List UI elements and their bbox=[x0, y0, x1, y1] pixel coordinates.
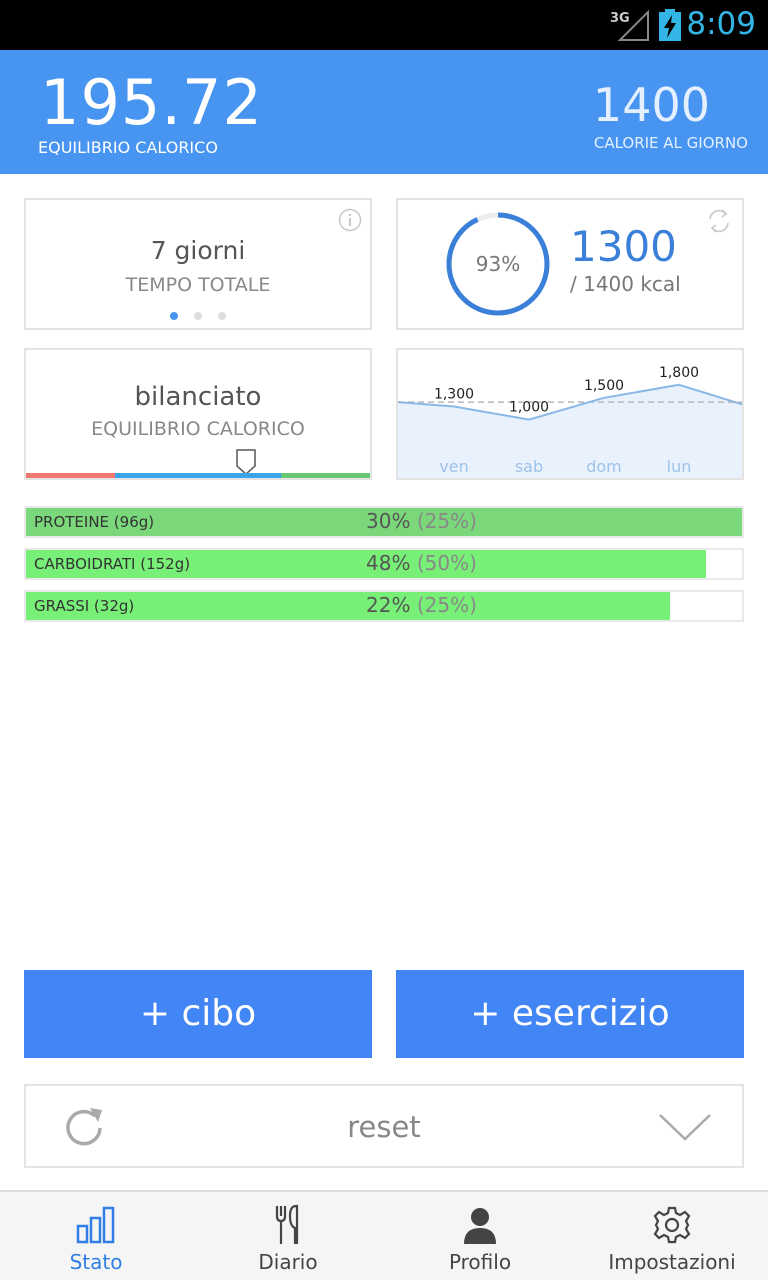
macro-target-protein: (25%) bbox=[416, 509, 477, 533]
balance-scale-low bbox=[26, 473, 116, 478]
balance-scale-high bbox=[280, 473, 370, 478]
status-bar: 3G 8:09 bbox=[0, 0, 768, 50]
nav-label-stato: Stato bbox=[69, 1250, 123, 1274]
nav-tab-profilo[interactable]: Profilo bbox=[384, 1192, 576, 1280]
balance-status-value: bilanciato bbox=[134, 382, 262, 412]
macro-percent-carbs: 48% (50%) bbox=[366, 551, 477, 575]
consumed-calories-value: 1300 bbox=[570, 222, 677, 271]
chevron-down-icon[interactable] bbox=[658, 1112, 712, 1142]
chart-data-label: 1,800 bbox=[659, 365, 699, 381]
calorie-target-subtitle: / 1400 kcal bbox=[570, 272, 681, 296]
person-icon bbox=[464, 1208, 496, 1244]
balance-scale-balanced bbox=[115, 473, 281, 478]
macro-target-carbs: (50%) bbox=[416, 551, 477, 575]
macro-actual-protein: 30% bbox=[366, 509, 411, 533]
macro-target-fat: (25%) bbox=[416, 593, 477, 617]
chart-data-label: 1,000 bbox=[509, 400, 549, 416]
calorie-balance-label: EQUILIBRIO CALORICO bbox=[38, 138, 218, 157]
macro-label-carbs: CARBOIDRATI (152g) bbox=[34, 555, 191, 573]
battery-charging-icon bbox=[659, 9, 681, 41]
calorie-progress-card[interactable]: 93% 1300 / 1400 kcal bbox=[396, 198, 744, 330]
gear-icon bbox=[653, 1206, 691, 1244]
macro-percent-fat: 22% (25%) bbox=[366, 593, 477, 617]
page-dot-3 bbox=[218, 312, 226, 320]
total-time-card[interactable]: 7 giorni TEMPO TOTALE bbox=[24, 198, 372, 330]
page-dot-2 bbox=[194, 312, 202, 320]
reset-row[interactable]: reset bbox=[24, 1084, 744, 1168]
bottom-navigation: Stato Diario Profilo Impostazioni bbox=[0, 1190, 768, 1280]
nav-tab-stato[interactable]: Stato bbox=[0, 1192, 192, 1280]
sync-icon[interactable] bbox=[704, 206, 734, 236]
chart-x-tick-label: sab bbox=[515, 457, 543, 476]
macro-bar-protein: PROTEINE (96g) 30% (25%) bbox=[24, 506, 744, 538]
nav-label-diario: Diario bbox=[258, 1250, 318, 1274]
macro-actual-fat: 22% bbox=[366, 593, 411, 617]
chart-data-label: 1,500 bbox=[584, 378, 624, 394]
chart-data-label: 1,300 bbox=[434, 387, 474, 403]
status-time: 8:09 bbox=[686, 6, 756, 42]
macro-actual-carbs: 48% bbox=[366, 551, 411, 575]
progress-percent: 93% bbox=[475, 252, 521, 276]
chart-x-tick-label: lun bbox=[667, 457, 692, 476]
weekly-chart-svg: 1,300 ven 1,000 sab 1,500 dom 1,800 lun bbox=[398, 365, 742, 478]
add-exercise-button[interactable]: + esercizio bbox=[396, 970, 744, 1058]
page-indicator bbox=[26, 312, 370, 320]
macro-bar-fat: GRASSI (32g) 22% (25%) bbox=[24, 590, 744, 622]
chart-x-tick-label: ven bbox=[439, 457, 468, 476]
nav-tab-impostazioni[interactable]: Impostazioni bbox=[576, 1192, 768, 1280]
reset-button[interactable]: reset bbox=[26, 1110, 742, 1144]
info-icon[interactable] bbox=[338, 208, 362, 232]
page-dot-1 bbox=[170, 312, 178, 320]
macro-bar-carbs: CARBOIDRATI (152g) 48% (50%) bbox=[24, 548, 744, 580]
nav-label-impostazioni: Impostazioni bbox=[608, 1250, 736, 1274]
calorie-balance-value: 195.72 bbox=[40, 66, 263, 139]
nav-tab-diario[interactable]: Diario bbox=[192, 1192, 384, 1280]
nav-label-profilo: Profilo bbox=[448, 1250, 512, 1274]
add-food-button[interactable]: + cibo bbox=[24, 970, 372, 1058]
macro-label-protein: PROTEINE (96g) bbox=[34, 513, 155, 531]
network-type: 3G bbox=[610, 11, 630, 26]
balance-scale-bar bbox=[26, 473, 370, 478]
balance-status-label: EQUILIBRIO CALORICO bbox=[91, 418, 305, 440]
signal-3g-icon: 3G bbox=[610, 9, 649, 41]
weekly-calorie-chart[interactable]: 1,300 ven 1,000 sab 1,500 dom 1,800 lun bbox=[396, 348, 744, 480]
balance-marker-icon bbox=[236, 449, 256, 476]
daily-goal-label: CALORIE AL GIORNO bbox=[593, 134, 748, 152]
macro-percent-protein: 30% (25%) bbox=[366, 509, 477, 533]
daily-goal-value: 1400 bbox=[592, 78, 710, 132]
total-days-label: TEMPO TOTALE bbox=[125, 274, 271, 296]
calorie-header: 195.72 EQUILIBRIO CALORICO 1400 CALORIE … bbox=[0, 50, 768, 174]
macro-label-fat: GRASSI (32g) bbox=[34, 597, 135, 615]
fork-knife-icon bbox=[275, 1204, 299, 1244]
total-days-value: 7 giorni bbox=[150, 236, 246, 265]
bar-chart-icon bbox=[76, 1206, 115, 1244]
balance-status-card[interactable]: bilanciato EQUILIBRIO CALORICO bbox=[24, 348, 372, 480]
chart-x-tick-label: dom bbox=[586, 457, 622, 476]
